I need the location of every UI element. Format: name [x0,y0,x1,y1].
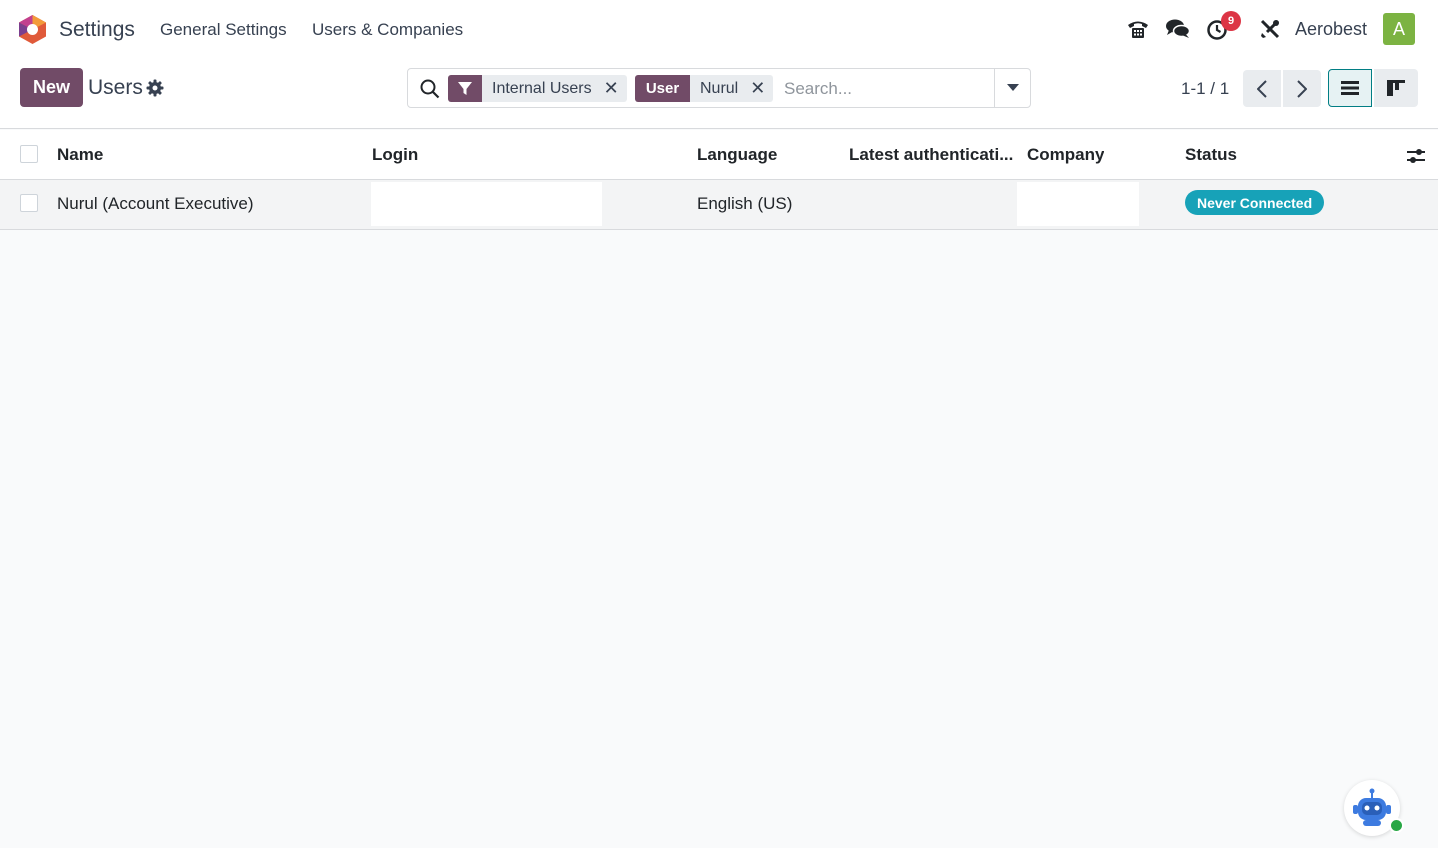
cell-company [1017,182,1139,226]
facet-label: User [635,75,690,102]
online-status-dot [1389,818,1404,833]
column-latest-authentication[interactable]: Latest authenticati... [849,145,1014,165]
column-company[interactable]: Company [1027,145,1104,165]
cell-login [371,182,602,226]
pager-value[interactable]: 1-1 / 1 [1181,79,1229,99]
select-all-checkbox[interactable] [20,145,38,163]
new-button[interactable]: New [20,68,83,107]
facet-value: Internal Users [492,79,592,97]
app-name[interactable]: Settings [59,18,135,42]
pager-previous-button[interactable] [1243,70,1281,107]
user-avatar[interactable]: A [1383,13,1415,45]
chevron-left-icon [1257,79,1267,98]
search-input[interactable] [784,77,984,101]
list-view-button[interactable] [1328,69,1372,107]
kanban-view-button[interactable] [1374,69,1418,107]
phone-icon[interactable] [1126,17,1150,41]
facet-user: User Nurul ✕ [635,75,774,102]
top-navbar: Settings General Settings Users & Compan… [0,0,1438,58]
column-language[interactable]: Language [697,145,777,165]
caret-down-icon [1007,84,1019,91]
control-panel: New Users Internal Users ✕ User Nurul ✕ … [0,58,1438,129]
tools-icon[interactable] [1258,17,1282,41]
chat-icon[interactable] [1166,17,1190,41]
facet-value: Nurul [700,79,739,97]
search-bar: Internal Users ✕ User Nurul ✕ [407,68,1031,108]
facet-remove-icon[interactable]: ✕ [604,78,619,99]
search-options-toggle[interactable] [994,69,1031,107]
menu-general-settings[interactable]: General Settings [160,20,287,40]
cell-language: English (US) [697,194,793,213]
facet-internal-users: Internal Users ✕ [448,75,627,102]
kanban-icon [1387,80,1405,96]
row-checkbox[interactable] [20,194,38,212]
list-header: Name Login Language Latest authenticati.… [0,130,1438,180]
cell-name: Nurul (Account Executive) [57,194,254,213]
column-status[interactable]: Status [1185,145,1237,165]
app-logo-icon[interactable] [19,15,46,44]
gear-icon[interactable] [146,79,164,97]
company-switcher[interactable]: Aerobest [1295,19,1367,40]
activity-count-badge: 9 [1221,11,1241,31]
menu-users-companies[interactable]: Users & Companies [312,20,463,40]
chevron-right-icon [1297,79,1307,98]
column-name[interactable]: Name [57,145,103,165]
optional-columns-icon[interactable] [1405,146,1427,166]
status-badge: Never Connected [1185,190,1325,215]
column-login[interactable]: Login [372,145,418,165]
list-icon [1341,81,1359,95]
pager-next-button[interactable] [1283,70,1321,107]
facet-remove-icon[interactable]: ✕ [750,78,765,99]
breadcrumb-title: Users [88,76,143,99]
search-icon[interactable] [420,79,440,99]
table-row[interactable]: Nurul (Account Executive) English (US) N… [0,180,1438,230]
filter-icon [448,75,482,102]
